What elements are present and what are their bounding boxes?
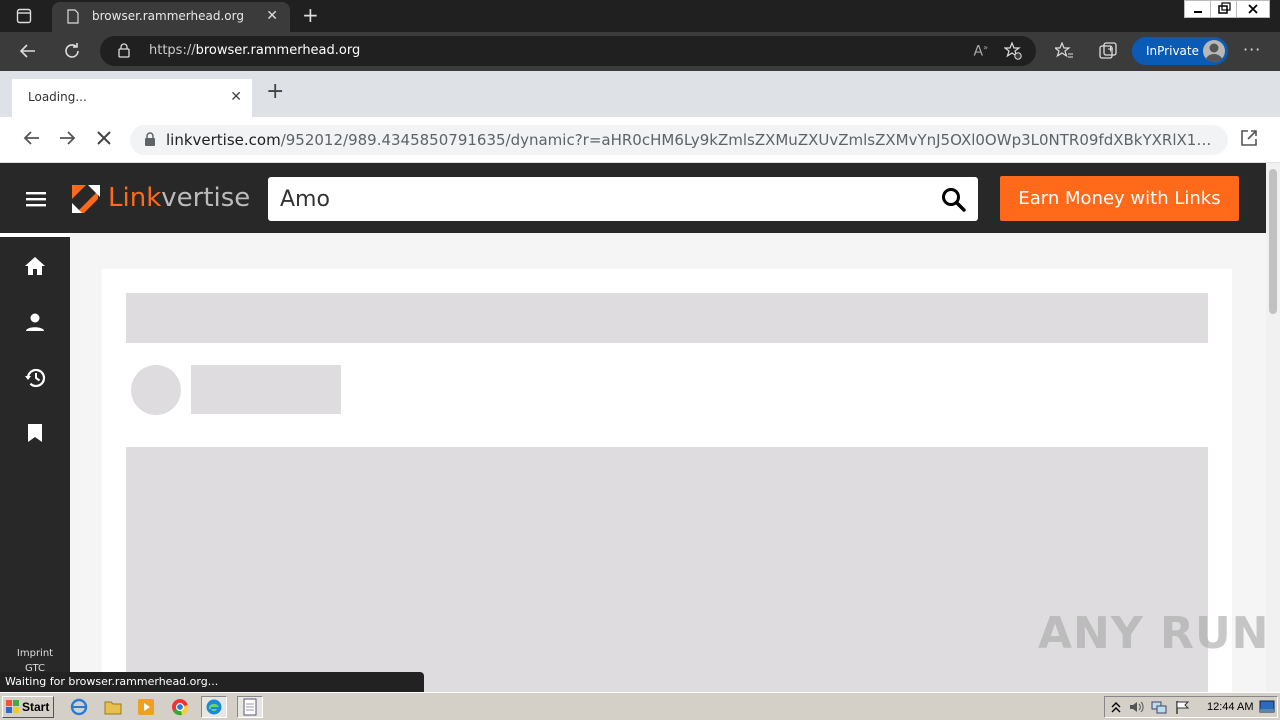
network-icon[interactable] xyxy=(1151,700,1167,714)
new-tab-icon[interactable]: + xyxy=(266,81,284,103)
bookmark-icon[interactable] xyxy=(27,423,43,443)
proxy-address-bar[interactable]: linkvertise.com/952012/989.4345850791635… xyxy=(130,125,1228,155)
collections-icon[interactable] xyxy=(1099,42,1117,60)
search-icon[interactable] xyxy=(941,187,966,212)
url-path: /952012/989.4345850791635/dynamic?r=aHR0… xyxy=(280,131,1216,149)
read-aloud-icon[interactable]: A» xyxy=(974,43,988,60)
favorites-icon[interactable] xyxy=(1055,42,1073,60)
anyrun-watermark: ANY RUN xyxy=(1038,608,1270,659)
edge-toolbar: https://browser.rammerhead.org A» InPriv… xyxy=(0,32,1280,71)
forward-arrow-icon[interactable] xyxy=(59,130,77,146)
start-button[interactable]: Start xyxy=(2,696,54,718)
start-label: Start xyxy=(22,700,50,714)
lock-icon xyxy=(144,132,156,147)
proxy-tab-active[interactable]: Loading... ✕ xyxy=(12,79,252,117)
logo-text-link: Link xyxy=(108,183,162,213)
home-icon[interactable] xyxy=(24,256,46,276)
open-external-icon[interactable] xyxy=(1240,129,1258,147)
search-input[interactable] xyxy=(268,177,928,221)
skeleton-author xyxy=(191,365,341,414)
earn-money-button[interactable]: Earn Money with Links xyxy=(1000,176,1239,221)
refresh-icon[interactable] xyxy=(63,42,81,60)
edge-url-text: https://browser.rammerhead.org xyxy=(149,43,360,58)
edge-tab-title: browser.rammerhead.org xyxy=(92,9,244,23)
edge-taskbar-icon[interactable] xyxy=(201,696,227,718)
proxy-url-text: linkvertise.com/952012/989.4345850791635… xyxy=(166,131,1216,149)
inprivate-label: InPrivate xyxy=(1146,44,1199,58)
close-window-icon[interactable] xyxy=(1236,0,1270,18)
media-player-icon[interactable] xyxy=(137,698,157,716)
status-bar: Waiting for browser.rammerhead.org... xyxy=(0,672,424,692)
hamburger-menu-icon[interactable] xyxy=(26,191,46,207)
taskbar-clock: 12:44 AM xyxy=(1207,701,1254,713)
url-scheme: https:// xyxy=(149,43,196,58)
proxy-toolbar: linkvertise.com/952012/989.4345850791635… xyxy=(0,117,1280,163)
volume-icon[interactable] xyxy=(1129,700,1145,714)
edge-tab-active[interactable]: browser.rammerhead.org ✕ xyxy=(52,2,290,32)
linkvertise-logo[interactable]: Linkvertise xyxy=(70,183,250,215)
logo-text-vertise: vertise xyxy=(161,183,251,213)
tab-actions-icon[interactable] xyxy=(16,8,32,24)
page-icon xyxy=(67,9,79,24)
avatar xyxy=(1203,40,1225,62)
windows-taskbar: Start 12:44 AM xyxy=(0,692,1280,720)
more-options-icon[interactable]: ··· xyxy=(1243,40,1261,59)
proxy-tab-title: Loading... xyxy=(28,90,87,104)
show-desktop-icon[interactable] xyxy=(1259,700,1275,714)
inprivate-button[interactable]: InPrivate xyxy=(1132,37,1228,65)
skeleton-title xyxy=(126,293,1208,343)
notepad-icon[interactable] xyxy=(237,696,263,718)
scrollbar-thumb[interactable] xyxy=(1269,169,1277,314)
proxy-tab-bar: Loading... ✕ + xyxy=(0,71,1280,117)
restore-icon[interactable] xyxy=(1210,0,1238,18)
add-favorite-icon[interactable] xyxy=(1004,42,1022,60)
linkvertise-header: Linkvertise Earn Money with Links xyxy=(0,163,1266,233)
close-tab-icon[interactable]: ✕ xyxy=(230,89,242,105)
show-hidden-icons-icon[interactable] xyxy=(1111,700,1121,714)
user-icon[interactable] xyxy=(24,312,46,332)
lock-icon xyxy=(118,43,130,58)
history-icon[interactable] xyxy=(24,367,46,389)
url-host: linkvertise.com xyxy=(166,131,281,149)
linkvertise-logo-icon xyxy=(72,185,100,213)
url-host: browser.rammerhead.org xyxy=(195,43,361,58)
linkvertise-sidebar: Imprint GTC xyxy=(0,237,70,692)
search-box xyxy=(268,177,978,221)
windows-flag-icon xyxy=(6,700,20,714)
back-arrow-icon[interactable] xyxy=(18,43,36,59)
edge-tab-bar: browser.rammerhead.org ✕ + xyxy=(0,0,1280,32)
stop-loading-icon[interactable] xyxy=(96,130,112,146)
skeleton-media xyxy=(126,447,1208,707)
internet-explorer-icon[interactable] xyxy=(70,698,90,716)
footer-imprint-link[interactable]: Imprint xyxy=(0,648,70,659)
logo-text: Linkvertise xyxy=(108,183,250,213)
status-text: Waiting for browser.rammerhead.org... xyxy=(5,675,219,688)
system-tray: 12:44 AM xyxy=(1104,696,1278,718)
action-center-flag-icon[interactable] xyxy=(1175,700,1191,714)
back-arrow-icon[interactable] xyxy=(22,130,40,146)
close-tab-icon[interactable]: ✕ xyxy=(266,9,278,23)
chrome-icon[interactable] xyxy=(171,698,191,716)
new-tab-icon[interactable]: + xyxy=(302,5,319,25)
file-explorer-icon[interactable] xyxy=(104,698,124,716)
edge-address-bar[interactable]: https://browser.rammerhead.org A» xyxy=(100,36,1036,66)
skeleton-avatar xyxy=(131,365,181,415)
minimize-icon[interactable] xyxy=(1184,0,1212,18)
